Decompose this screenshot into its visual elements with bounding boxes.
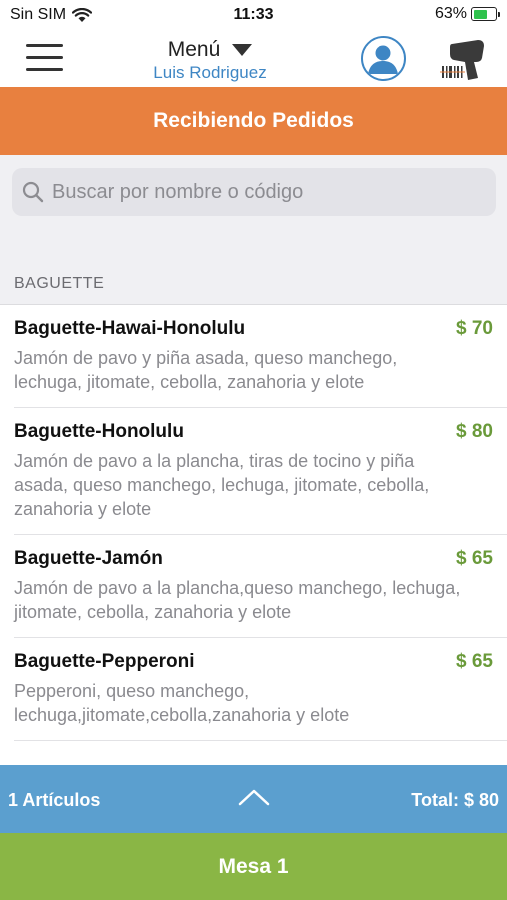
battery-percent: 63% — [434, 5, 467, 22]
product-price: $ 70 — [456, 318, 493, 339]
product-price: $ 65 — [456, 548, 493, 569]
product-description: Jamón de pavo y piña asada, queso manche… — [14, 348, 398, 392]
product-description: Jamón de pavo a la plancha,queso mancheg… — [14, 578, 461, 622]
nav-bar: Menú Luis Rodriguez — [0, 30, 507, 87]
product-name: Baguette-Hawai-Honolulu — [14, 318, 246, 339]
product-item[interactable]: Baguette-Hawai-Honolulu $ 70 Jamón de pa… — [14, 305, 507, 408]
cart-summary-bar[interactable]: 1 Artículos Total: $ 80 — [0, 765, 507, 833]
barcode-scanner-icon[interactable] — [438, 38, 488, 82]
search-input[interactable] — [52, 180, 482, 204]
search-area — [0, 155, 507, 265]
caret-down-icon — [232, 44, 253, 56]
product-list: Baguette-Hawai-Honolulu $ 70 Jamón de pa… — [0, 305, 507, 765]
cart-total[interactable]: Total: $ 80 — [411, 790, 499, 811]
product-item[interactable]: Baguette-Pepperoni $ 65 Pepperoni, queso… — [14, 638, 507, 741]
product-name: Baguette-Jamón — [14, 548, 163, 569]
product-price: $ 80 — [456, 421, 493, 442]
status-time: 11:33 — [233, 6, 274, 23]
section-header: BAGUETTE — [0, 265, 507, 305]
table-button[interactable]: Mesa 1 — [0, 833, 507, 900]
product-name: Baguette-Pepperoni — [14, 651, 195, 672]
nav-title-dropdown[interactable]: Menú Luis Rodriguez — [120, 38, 300, 83]
status-bar: Sin SIM 11:33 63% — [0, 0, 507, 30]
nav-title: Menú — [167, 38, 221, 61]
nav-subtitle: Luis Rodriguez — [153, 63, 267, 82]
product-name: Baguette-Honolulu — [14, 421, 184, 442]
product-price: $ 65 — [456, 651, 493, 672]
table-label: Mesa 1 — [218, 854, 289, 878]
user-avatar-icon[interactable] — [361, 36, 406, 81]
product-item[interactable]: Baguette-Jamón $ 65 Jamón de pavo a la p… — [14, 535, 507, 638]
receiving-orders-banner: Recibiendo Pedidos — [0, 87, 507, 155]
battery-cap — [498, 12, 500, 17]
search-box[interactable] — [12, 168, 496, 216]
status-right: 63% — [434, 5, 500, 23]
cart-items-count[interactable]: 1 Artículos — [8, 790, 100, 811]
product-description: Jamón de pavo a la plancha, tiras de toc… — [14, 451, 430, 519]
product-description: Pepperoni, queso manchego, lechuga,jitom… — [14, 681, 350, 725]
banner-label: Recibiendo Pedidos — [153, 109, 354, 132]
section-title: BAGUETTE — [14, 275, 105, 292]
battery-fill — [473, 9, 487, 19]
search-icon — [22, 181, 44, 203]
hamburger-icon[interactable] — [26, 44, 63, 72]
battery-icon — [471, 7, 500, 21]
chevron-up-icon[interactable] — [238, 787, 270, 807]
product-item[interactable]: Baguette-Honolulu $ 80 Jamón de pavo a l… — [14, 408, 507, 535]
